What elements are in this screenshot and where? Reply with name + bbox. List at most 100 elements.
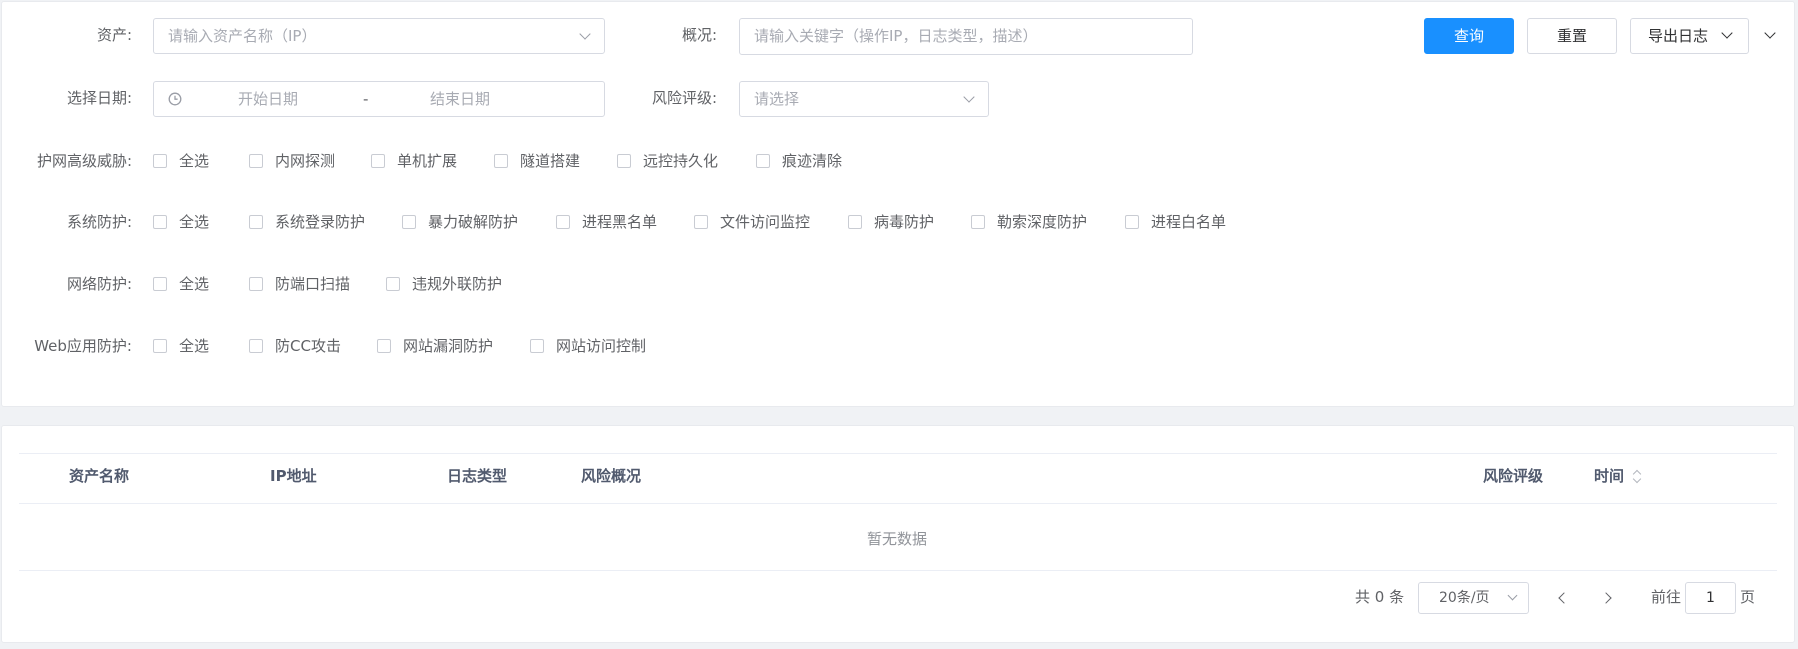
checkbox-label: 勒索深度防护 (997, 213, 1088, 231)
checkbox-sys-file-monitor[interactable]: 文件访问监控 (694, 212, 810, 232)
table-bottom-border (19, 570, 1777, 571)
checkbox-box[interactable] (153, 215, 167, 229)
checkbox-label: 全选 (179, 152, 210, 170)
checkbox-label: 防端口扫描 (275, 275, 351, 293)
system-protect-label: 系统防护: (66, 213, 132, 231)
risk-level-select[interactable]: 请选择 (739, 81, 989, 117)
checkbox-net-select-all[interactable]: 全选 (153, 274, 209, 294)
checkbox-box[interactable] (617, 154, 631, 168)
checkbox-label: 网站漏洞防护 (403, 337, 494, 355)
checkbox-box[interactable] (249, 154, 263, 168)
checkbox-sys-select-all[interactable]: 全选 (153, 212, 209, 232)
checkbox-hw-remote-persist[interactable]: 远控持久化 (617, 151, 718, 171)
risk-level-placeholder: 请选择 (754, 90, 800, 108)
checkbox-label: 暴力破解防护 (428, 213, 519, 231)
query-button[interactable]: 查询 (1424, 18, 1514, 54)
date-separator: - (363, 90, 369, 108)
checkbox-label: 进程白名单 (1151, 213, 1227, 231)
column-asset-name: 资产名称 (69, 467, 130, 485)
chevron-left-icon[interactable] (1558, 592, 1570, 604)
checkbox-box[interactable] (402, 215, 416, 229)
checkbox-web-cc[interactable]: 防CC攻击 (249, 336, 341, 356)
checkbox-label: 全选 (179, 275, 210, 293)
checkbox-label: 隧道搭建 (520, 152, 581, 170)
checkbox-label: 违规外联防护 (412, 275, 503, 293)
collapse-toggle-icon[interactable] (1764, 27, 1776, 39)
goto-page-input[interactable]: 1 (1685, 582, 1736, 614)
checkbox-hw-host-expand[interactable]: 单机扩展 (371, 151, 457, 171)
checkbox-box[interactable] (756, 154, 770, 168)
checkbox-label: 病毒防护 (874, 213, 935, 231)
empty-text: 暂无数据 (867, 530, 928, 548)
risk-level-label: 风险评级: (651, 89, 717, 107)
checkbox-box[interactable] (494, 154, 508, 168)
table-header-border (19, 503, 1777, 504)
checkbox-hw-tunnel[interactable]: 隧道搭建 (494, 151, 580, 171)
pagination-total: 共 0 条 (1355, 588, 1405, 606)
checkbox-net-outbound[interactable]: 违规外联防护 (386, 274, 502, 294)
checkbox-sys-antivirus[interactable]: 病毒防护 (848, 212, 934, 232)
checkbox-box[interactable] (530, 339, 544, 353)
checkbox-web-access[interactable]: 网站访问控制 (530, 336, 646, 356)
asset-label: 资产: (96, 26, 132, 44)
goto-page-value: 1 (1706, 590, 1715, 606)
checkbox-web-select-all[interactable]: 全选 (153, 336, 209, 356)
asset-placeholder: 请输入资产名称（IP） (168, 27, 317, 45)
checkbox-box[interactable] (153, 154, 167, 168)
chevron-down-icon (1721, 27, 1733, 39)
checkbox-sys-ransomware[interactable]: 勒索深度防护 (971, 212, 1087, 232)
column-risk-level: 风险评级 (1483, 467, 1544, 485)
filter-panel: 资产: 请输入资产名称（IP） 概况: 请输入关键字（操作IP，日志类型，描述）… (1, 1, 1795, 407)
date-end-input[interactable]: 结束日期 (430, 89, 490, 109)
clock-icon (168, 92, 182, 106)
export-log-button[interactable]: 导出日志 (1630, 18, 1749, 54)
checkbox-label: 进程黑名单 (582, 213, 658, 231)
checkbox-label: 单机扩展 (397, 152, 458, 170)
checkbox-box[interactable] (249, 277, 263, 291)
goto-label: 前往 (1651, 588, 1682, 606)
checkbox-label: 全选 (179, 213, 210, 231)
asset-input[interactable]: 请输入资产名称（IP） (153, 18, 605, 54)
checkbox-sys-bruteforce[interactable]: 暴力破解防护 (402, 212, 518, 232)
chevron-down-icon (579, 28, 591, 40)
checkbox-box[interactable] (153, 277, 167, 291)
checkbox-box[interactable] (694, 215, 708, 229)
checkbox-hw-intranet-probe[interactable]: 内网探测 (249, 151, 335, 171)
sort-icon[interactable] (1632, 468, 1642, 484)
checkbox-label: 防CC攻击 (275, 337, 341, 355)
chevron-down-icon (963, 91, 975, 103)
page-suffix: 页 (1740, 588, 1756, 606)
column-risk-overview: 风险概况 (581, 467, 642, 485)
checkbox-box[interactable] (556, 215, 570, 229)
checkbox-box[interactable] (848, 215, 862, 229)
checkbox-label: 全选 (179, 337, 210, 355)
date-start-input[interactable]: 开始日期 (238, 89, 298, 109)
checkbox-sys-login[interactable]: 系统登录防护 (249, 212, 365, 232)
chevron-down-icon (1507, 590, 1518, 601)
checkbox-label: 系统登录防护 (275, 213, 366, 231)
checkbox-box[interactable] (249, 339, 263, 353)
column-time[interactable]: 时间 (1594, 466, 1624, 486)
overview-input[interactable]: 请输入关键字（操作IP，日志类型，描述） (739, 18, 1193, 55)
checkbox-box[interactable] (153, 339, 167, 353)
checkbox-box[interactable] (386, 277, 400, 291)
checkbox-box[interactable] (377, 339, 391, 353)
chevron-right-icon[interactable] (1600, 592, 1612, 604)
checkbox-box[interactable] (1125, 215, 1139, 229)
checkbox-hw-trace-clean[interactable]: 痕迹清除 (756, 151, 842, 171)
web-protect-label: Web应用防护: (34, 337, 132, 355)
checkbox-net-port-scan[interactable]: 防端口扫描 (249, 274, 350, 294)
checkbox-web-vuln[interactable]: 网站漏洞防护 (377, 336, 493, 356)
checkbox-box[interactable] (371, 154, 385, 168)
checkbox-label: 远控持久化 (643, 152, 719, 170)
checkbox-box[interactable] (971, 215, 985, 229)
checkbox-sys-proc-whitelist[interactable]: 进程白名单 (1125, 212, 1226, 232)
reset-button[interactable]: 重置 (1527, 18, 1617, 54)
page-size-select[interactable]: 20条/页 (1418, 582, 1529, 614)
checkbox-box[interactable] (249, 215, 263, 229)
checkbox-label: 内网探测 (275, 152, 336, 170)
column-log-type: 日志类型 (447, 467, 508, 485)
date-range-picker[interactable]: 开始日期 - 结束日期 (153, 81, 605, 117)
checkbox-hw-select-all[interactable]: 全选 (153, 151, 209, 171)
checkbox-sys-proc-blacklist[interactable]: 进程黑名单 (556, 212, 657, 232)
